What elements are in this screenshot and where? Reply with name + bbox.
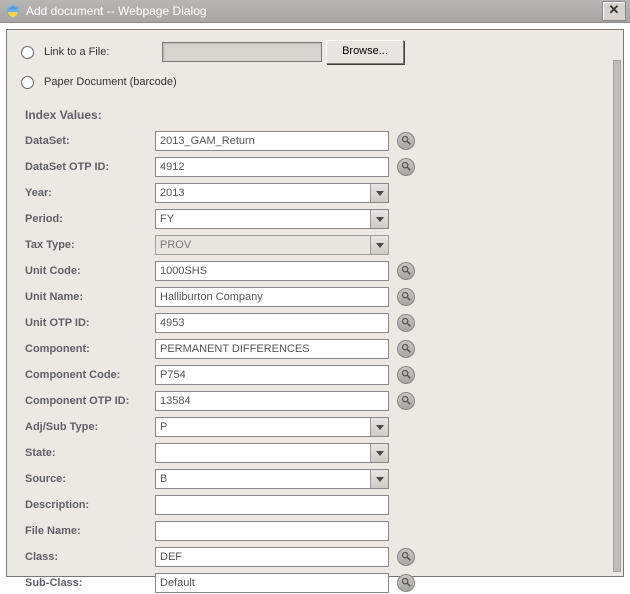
lookup-button-sub-class[interactable] bbox=[397, 574, 415, 592]
search-icon bbox=[401, 265, 411, 278]
ie-icon bbox=[6, 4, 20, 18]
field-input-state[interactable] bbox=[155, 443, 389, 463]
close-button[interactable]: ✕ bbox=[602, 1, 626, 21]
field-input-description[interactable] bbox=[155, 495, 389, 515]
field-input-period[interactable]: FY bbox=[155, 209, 389, 229]
search-icon bbox=[401, 343, 411, 356]
field-input-class[interactable]: DEF bbox=[155, 547, 389, 567]
field-label-unit-name: Unit Name: bbox=[25, 291, 155, 303]
field-label-sub-class: Sub-Class: bbox=[25, 577, 155, 589]
field-row-unit-name: Unit Name:Halliburton Company bbox=[25, 286, 609, 308]
chevron-down-icon[interactable] bbox=[370, 236, 388, 254]
paper-document-label: Paper Document (barcode) bbox=[44, 76, 177, 88]
field-row-component-code: Component Code:P754 bbox=[25, 364, 609, 386]
field-row-file-name: File Name: bbox=[25, 520, 609, 542]
chevron-down-icon[interactable] bbox=[370, 210, 388, 228]
field-row-component-otp: Component OTP ID:13584 bbox=[25, 390, 609, 412]
field-row-description: Description: bbox=[25, 494, 609, 516]
field-label-component-otp: Component OTP ID: bbox=[25, 395, 155, 407]
field-input-unit-code[interactable]: 1000SHS bbox=[155, 261, 389, 281]
search-icon bbox=[401, 291, 411, 304]
field-input-file-name[interactable] bbox=[155, 521, 389, 541]
field-label-period: Period: bbox=[25, 213, 155, 225]
field-row-sub-class: Sub-Class:Default bbox=[25, 572, 609, 594]
titlebar: Add document -- Webpage Dialog ✕ bbox=[0, 0, 630, 23]
field-input-source[interactable]: B bbox=[155, 469, 389, 489]
fields-container: DataSet:2013_GAM_ReturnDataSet OTP ID:49… bbox=[21, 130, 609, 594]
lookup-button-component[interactable] bbox=[397, 340, 415, 358]
field-row-component: Component:PERMANENT DIFFERENCES bbox=[25, 338, 609, 360]
window-title: Add document -- Webpage Dialog bbox=[26, 0, 602, 22]
field-label-state: State: bbox=[25, 447, 155, 459]
paper-document-row: Paper Document (barcode) bbox=[21, 70, 609, 94]
field-input-component-otp[interactable]: 13584 bbox=[155, 391, 389, 411]
chevron-down-icon[interactable] bbox=[370, 470, 388, 488]
radio-paper-document[interactable] bbox=[21, 76, 34, 89]
field-label-unit-code: Unit Code: bbox=[25, 265, 155, 277]
file-path-input[interactable] bbox=[162, 42, 322, 62]
field-label-description: Description: bbox=[25, 499, 155, 511]
lookup-button-unit-name[interactable] bbox=[397, 288, 415, 306]
browse-button[interactable]: Browse... bbox=[326, 40, 404, 64]
field-row-unit-otp: Unit OTP ID:4953 bbox=[25, 312, 609, 334]
field-input-dataset[interactable]: 2013_GAM_Return bbox=[155, 131, 389, 151]
field-label-tax-type: Tax Type: bbox=[25, 239, 155, 251]
field-row-dataset-otp: DataSet OTP ID:4912 bbox=[25, 156, 609, 178]
search-icon bbox=[401, 135, 411, 148]
search-icon bbox=[401, 317, 411, 330]
field-label-adj-sub: Adj/Sub Type: bbox=[25, 421, 155, 433]
search-icon bbox=[401, 161, 411, 174]
field-input-unit-otp[interactable]: 4953 bbox=[155, 313, 389, 333]
field-label-component: Component: bbox=[25, 343, 155, 355]
field-row-source: Source:B bbox=[25, 468, 609, 490]
field-input-tax-type[interactable]: PROV bbox=[155, 235, 389, 255]
field-row-state: State: bbox=[25, 442, 609, 464]
lookup-button-component-otp[interactable] bbox=[397, 392, 415, 410]
search-icon bbox=[401, 369, 411, 382]
dialog-body: Link to a File: Browse... Paper Document… bbox=[6, 29, 624, 577]
field-row-period: Period:FY bbox=[25, 208, 609, 230]
field-row-year: Year:2013 bbox=[25, 182, 609, 204]
search-icon bbox=[401, 577, 411, 590]
field-row-class: Class:DEF bbox=[25, 546, 609, 568]
chevron-down-icon[interactable] bbox=[370, 184, 388, 202]
field-label-dataset-otp: DataSet OTP ID: bbox=[25, 161, 155, 173]
field-input-sub-class[interactable]: Default bbox=[155, 573, 389, 593]
field-label-source: Source: bbox=[25, 473, 155, 485]
section-title-index-values: Index Values: bbox=[25, 108, 609, 122]
search-icon bbox=[401, 551, 411, 564]
chevron-down-icon[interactable] bbox=[370, 418, 388, 436]
field-input-dataset-otp[interactable]: 4912 bbox=[155, 157, 389, 177]
lookup-button-class[interactable] bbox=[397, 548, 415, 566]
field-input-unit-name[interactable]: Halliburton Company bbox=[155, 287, 389, 307]
field-label-file-name: File Name: bbox=[25, 525, 155, 537]
lookup-button-dataset[interactable] bbox=[397, 132, 415, 150]
lookup-button-component-code[interactable] bbox=[397, 366, 415, 384]
field-label-unit-otp: Unit OTP ID: bbox=[25, 317, 155, 329]
field-label-class: Class: bbox=[25, 551, 155, 563]
field-row-dataset: DataSet:2013_GAM_Return bbox=[25, 130, 609, 152]
chevron-down-icon[interactable] bbox=[370, 444, 388, 462]
radio-link-to-file[interactable] bbox=[21, 46, 34, 59]
field-input-component-code[interactable]: P754 bbox=[155, 365, 389, 385]
close-icon: ✕ bbox=[609, 2, 620, 17]
field-label-year: Year: bbox=[25, 187, 155, 199]
field-input-component[interactable]: PERMANENT DIFFERENCES bbox=[155, 339, 389, 359]
field-input-year[interactable]: 2013 bbox=[155, 183, 389, 203]
field-input-adj-sub[interactable]: P bbox=[155, 417, 389, 437]
search-icon bbox=[401, 395, 411, 408]
field-row-unit-code: Unit Code:1000SHS bbox=[25, 260, 609, 282]
field-label-dataset: DataSet: bbox=[25, 135, 155, 147]
field-row-adj-sub: Adj/Sub Type:P bbox=[25, 416, 609, 438]
link-to-file-row: Link to a File: Browse... bbox=[21, 40, 609, 64]
lookup-button-unit-code[interactable] bbox=[397, 262, 415, 280]
field-row-tax-type: Tax Type:PROV bbox=[25, 234, 609, 256]
field-label-component-code: Component Code: bbox=[25, 369, 155, 381]
lookup-button-dataset-otp[interactable] bbox=[397, 158, 415, 176]
lookup-button-unit-otp[interactable] bbox=[397, 314, 415, 332]
link-to-file-label: Link to a File: bbox=[44, 46, 162, 58]
